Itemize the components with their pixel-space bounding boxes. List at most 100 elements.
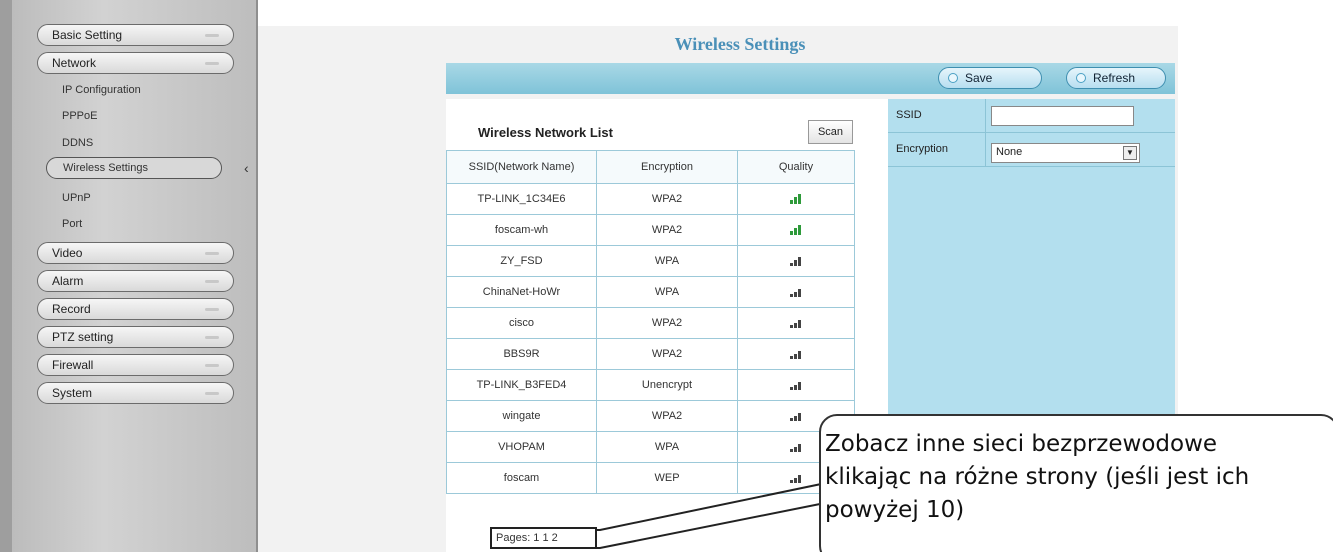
quality-cell: [737, 369, 855, 401]
signal-strength-icon: [787, 254, 805, 266]
sidebar-item-ddns[interactable]: DDNS: [62, 137, 93, 149]
menu-label: Firewall: [52, 358, 94, 372]
ssid-cell[interactable]: wingate: [446, 400, 597, 432]
encryption-cell: WPA2: [596, 338, 738, 370]
divider: [985, 99, 986, 133]
table-row[interactable]: BBS9R WPA2: [446, 338, 855, 370]
chevron-down-icon: [205, 364, 219, 367]
menu-system[interactable]: System: [37, 382, 234, 404]
refresh-icon: [1076, 73, 1086, 83]
ssid-label: SSID: [896, 109, 922, 121]
network-list-title: Wireless Network List: [478, 125, 613, 140]
table-row[interactable]: ZY_FSD WPA: [446, 245, 855, 277]
ssid-cell[interactable]: TP-LINK_1C34E6: [446, 183, 597, 215]
encryption-select[interactable]: None ▼: [991, 143, 1140, 163]
signal-strength-icon: [787, 223, 805, 235]
encryption-cell: WPA: [596, 276, 738, 308]
chevron-down-icon: [205, 62, 219, 65]
ssid-cell[interactable]: cisco: [446, 307, 597, 339]
save-icon: [948, 73, 958, 83]
ssid-cell[interactable]: TP-LINK_B3FED4: [446, 369, 597, 401]
menu-network[interactable]: Network: [37, 52, 234, 74]
menu-label: Video: [52, 246, 83, 260]
menu-label: Basic Setting: [52, 28, 123, 42]
encryption-row: Encryption None ▼: [888, 133, 1175, 167]
signal-strength-icon: [787, 285, 805, 297]
ssid-cell[interactable]: foscam-wh: [446, 214, 597, 246]
table-row[interactable]: foscam WEP: [446, 462, 855, 494]
table-row[interactable]: ChinaNet-HoWr WPA: [446, 276, 855, 308]
menu-label: Record: [52, 302, 91, 316]
table-row[interactable]: cisco WPA2: [446, 307, 855, 339]
save-button-label: Save: [965, 71, 993, 85]
menu-label: System: [52, 386, 93, 400]
menu-firewall[interactable]: Firewall: [37, 354, 234, 376]
ssid-cell[interactable]: VHOPAM: [446, 431, 597, 463]
signal-strength-icon: [787, 440, 805, 452]
dropdown-arrow-icon: ▼: [1123, 146, 1137, 160]
menu-label: PTZ setting: [52, 330, 114, 344]
callout-line: klikając na różne strony (jeśli jest ich: [825, 464, 1250, 490]
menu-record[interactable]: Record: [37, 298, 234, 320]
encryption-cell: WPA: [596, 431, 738, 463]
callout-annotation: Zobacz inne sieci bezprzewodowe klikając…: [819, 414, 1333, 552]
signal-strength-icon: [787, 192, 805, 204]
table-row[interactable]: VHOPAM WPA: [446, 431, 855, 463]
column-header-encryption: Encryption: [596, 150, 738, 184]
refresh-button-label: Refresh: [1093, 71, 1136, 85]
encryption-cell: Unencrypt: [596, 369, 738, 401]
sidebar-item-upnp[interactable]: UPnP: [62, 192, 91, 204]
scan-button[interactable]: Scan: [808, 120, 853, 144]
menu-alarm[interactable]: Alarm: [37, 270, 234, 292]
encryption-label: Encryption: [896, 143, 948, 155]
chevron-down-icon: [205, 34, 219, 37]
sidebar-item-wireless-settings[interactable]: Wireless Settings: [46, 157, 222, 179]
page-title: Wireless Settings: [674, 34, 806, 54]
menu-label: Network: [52, 56, 97, 70]
quality-cell: [737, 307, 855, 339]
signal-strength-icon: [787, 409, 805, 421]
quality-cell: [737, 214, 855, 246]
table-row[interactable]: wingate WPA2: [446, 400, 855, 432]
sidebar-item-port[interactable]: Port: [62, 218, 82, 230]
pagination[interactable]: Pages: 1 1 2: [490, 527, 597, 549]
table-row[interactable]: foscam-wh WPA2: [446, 214, 855, 246]
signal-strength-icon: [787, 347, 805, 359]
callout-line: powyżej 10): [825, 497, 965, 523]
table-row[interactable]: TP-LINK_1C34E6 WPA2: [446, 183, 855, 215]
ssid-input[interactable]: [991, 106, 1134, 126]
sidebar-item-pppoe[interactable]: PPPoE: [62, 110, 97, 122]
table-row[interactable]: TP-LINK_B3FED4 Unencrypt: [446, 369, 855, 401]
ssid-cell[interactable]: ChinaNet-HoWr: [446, 276, 597, 308]
save-button[interactable]: Save: [938, 67, 1042, 89]
menu-video[interactable]: Video: [37, 242, 234, 264]
encryption-cell: WPA2: [596, 183, 738, 215]
chevron-down-icon: [205, 392, 219, 395]
encryption-cell: WEP: [596, 462, 738, 494]
table-header-row: SSID(Network Name) Encryption Quality: [446, 150, 855, 184]
signal-strength-icon: [787, 471, 805, 483]
encryption-value: None: [996, 146, 1023, 158]
signal-strength-icon: [787, 316, 805, 328]
ssid-row: SSID: [888, 99, 1175, 133]
quality-cell: [737, 183, 855, 215]
refresh-button[interactable]: Refresh: [1066, 67, 1166, 89]
ssid-cell[interactable]: foscam: [446, 462, 597, 494]
sidebar-item-ip-configuration[interactable]: IP Configuration: [62, 84, 141, 96]
network-table: SSID(Network Name) Encryption Quality TP…: [446, 150, 855, 494]
sidebar: Basic Setting Network IP Configuration P…: [0, 0, 258, 552]
chevron-down-icon: [205, 252, 219, 255]
column-header-quality: Quality: [737, 150, 855, 184]
menu-ptz-setting[interactable]: PTZ setting: [37, 326, 234, 348]
sidebar-rail: [0, 0, 12, 552]
ssid-cell[interactable]: BBS9R: [446, 338, 597, 370]
menu-basic-setting[interactable]: Basic Setting: [37, 24, 234, 46]
ssid-cell[interactable]: ZY_FSD: [446, 245, 597, 277]
signal-strength-icon: [787, 378, 805, 390]
encryption-cell: WPA: [596, 245, 738, 277]
encryption-cell: WPA2: [596, 214, 738, 246]
divider: [985, 133, 986, 167]
menu-label: Alarm: [52, 274, 84, 288]
chevron-down-icon: [205, 280, 219, 283]
encryption-cell: WPA2: [596, 400, 738, 432]
